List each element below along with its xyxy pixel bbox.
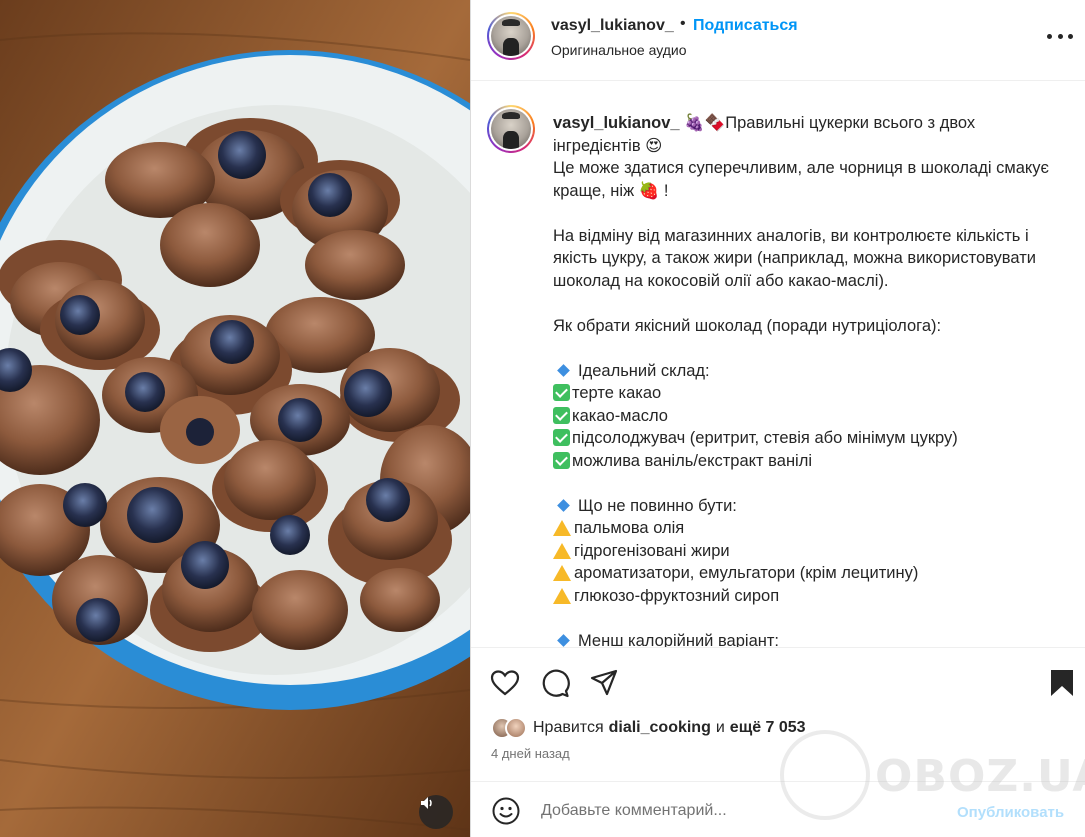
post-actions: Нравится diali_cooking и ещё 7 053 4 дне… <box>471 647 1085 837</box>
caption-line-text: гідрогенізовані жири <box>574 541 730 560</box>
check-icon <box>553 384 570 401</box>
share-icon[interactable] <box>589 668 619 698</box>
caption-line-text: інгредієнтів 😍 <box>553 136 663 155</box>
caption-line <box>553 202 1073 225</box>
bullet-diamond-icon <box>557 363 570 377</box>
caption-line: краще, ніж 🍓 ! <box>553 180 1073 203</box>
speaker-icon <box>421 797 432 809</box>
caption-username[interactable]: vasyl_lukianov_ <box>553 114 680 132</box>
warning-icon <box>553 520 571 536</box>
caption-line: Що не повинно бути: <box>553 495 1073 518</box>
caption-line <box>553 292 1073 315</box>
caption-line-text: краще, ніж 🍓 ! <box>553 181 669 200</box>
caption-line-text: Це може здатися суперечливим, але чорниц… <box>553 159 1049 177</box>
caption-line: глюкозо-фруктозний сироп <box>553 585 1073 608</box>
warning-icon <box>553 587 571 604</box>
follow-button[interactable]: Подписаться <box>693 17 798 35</box>
check-icon <box>553 451 570 469</box>
post-image[interactable] <box>0 0 470 837</box>
bullet-diamond-icon <box>557 633 570 647</box>
caption-line: Менш калорійний варіант: <box>553 630 1073 648</box>
caption-line: гідрогенізовані жири <box>553 540 1073 563</box>
caption-line: Ідеальний склад: <box>553 360 1073 383</box>
emoji-icon[interactable] <box>491 796 521 826</box>
caption-line: На відміну від магазинних аналогів, ви к… <box>553 225 1073 248</box>
bowl-illustration <box>0 0 470 837</box>
caption-line-text: Як обрати якісний шоколад (поради нутриц… <box>553 316 942 335</box>
caption-line-text: ароматизатори, емульгатори (крім лецитин… <box>574 564 919 582</box>
caption-line-text: На відміну від магазинних аналогів, ви к… <box>553 226 1029 245</box>
caption-line-text: шоколад на кокосовій олії або какао-масл… <box>553 271 889 290</box>
caption-line: шоколад на кокосовій олії або какао-масл… <box>553 270 1073 293</box>
mute-toggle-button[interactable] <box>419 795 453 829</box>
caption-line-text: глюкозо-фруктозний сироп <box>574 586 780 605</box>
caption-avatar[interactable] <box>487 105 535 153</box>
likes-count[interactable]: ещё 7 053 <box>730 719 806 737</box>
caption-line <box>553 607 1073 630</box>
warning-icon <box>553 542 571 559</box>
caption-line-text: какао-масло <box>572 406 668 425</box>
caption-section: vasyl_lukianov_ 🍇🍫Правильні цукерки всьо… <box>471 81 1085 647</box>
caption-line-text: Що не повинно бути: <box>578 496 737 515</box>
avatar[interactable] <box>487 12 535 60</box>
heart-icon[interactable] <box>490 668 520 698</box>
caption-text: vasyl_lukianov_ 🍇🍫Правильні цукерки всьо… <box>553 112 1073 647</box>
likes-conjunction: и <box>715 719 725 736</box>
bullet-diamond-icon <box>557 498 570 512</box>
post-comment-button[interactable]: Опубликовать <box>957 804 1064 821</box>
comment-input[interactable]: Добавьте комментарий... <box>541 802 727 820</box>
likes-prefix: Нравится <box>533 719 604 736</box>
caption-line: Це може здатися суперечливим, але чорниц… <box>553 157 1073 180</box>
check-icon <box>553 429 570 446</box>
caption-line-text: Менш калорійний варіант: <box>578 631 780 648</box>
comment-icon[interactable] <box>540 668 570 698</box>
caption-line: vasyl_lukianov_ 🍇🍫Правильні цукерки всьо… <box>553 112 1073 135</box>
comment-bar: Добавьте комментарий... Опубликовать <box>471 781 1085 837</box>
caption-line: підсолоджувач (еритрит, стевія або мінім… <box>553 427 1073 450</box>
caption-line: какао-масло <box>553 405 1073 428</box>
caption-line <box>553 337 1073 360</box>
caption-line-text: Ідеальний склад: <box>578 361 710 380</box>
caption-line-text: 🍇🍫Правильні цукерки всього з двох <box>684 114 976 132</box>
separator-dot: • <box>680 15 686 32</box>
post-header: vasyl_lukianov_ • Подписаться Оригинальн… <box>471 0 1085 81</box>
liker-avatar <box>505 717 527 739</box>
caption-line-text: підсолоджувач (еритрит, стевія або мінім… <box>572 429 958 447</box>
more-options-icon[interactable] <box>1047 26 1073 46</box>
liked-by-user[interactable]: diali_cooking <box>609 719 711 737</box>
caption-line-text: терте какао <box>572 384 662 402</box>
caption-line: якість цукру, а також жири (наприклад, м… <box>553 247 1073 270</box>
caption-line: інгредієнтів 😍 <box>553 135 1073 158</box>
bookmark-icon[interactable] <box>1047 668 1077 698</box>
post-details-panel: vasyl_lukianov_ • Подписаться Оригинальн… <box>470 0 1085 837</box>
caption-line-text: пальмова олія <box>574 519 685 537</box>
caption-line-text: якість цукру, а також жири (наприклад, м… <box>553 249 1036 267</box>
caption-line <box>553 472 1073 495</box>
author-username[interactable]: vasyl_lukianov_ <box>551 17 674 35</box>
caption-line: Як обрати якісний шоколад (поради нутриц… <box>553 315 1073 338</box>
post-timestamp[interactable]: 4 дней назад <box>491 746 570 761</box>
caption-line: пальмова олія <box>553 517 1073 540</box>
caption-line: можлива ваніль/екстракт ванілі <box>553 450 1073 473</box>
caption-line-text: можлива ваніль/екстракт ванілі <box>572 451 813 470</box>
warning-icon <box>553 565 571 581</box>
caption-line: терте какао <box>553 382 1073 405</box>
audio-link[interactable]: Оригинальное аудио <box>551 42 687 58</box>
caption-line: ароматизатори, емульгатори (крім лецитин… <box>553 562 1073 585</box>
check-icon <box>553 406 570 424</box>
likes-summary[interactable]: Нравится diali_cooking и ещё 7 053 <box>491 716 806 740</box>
